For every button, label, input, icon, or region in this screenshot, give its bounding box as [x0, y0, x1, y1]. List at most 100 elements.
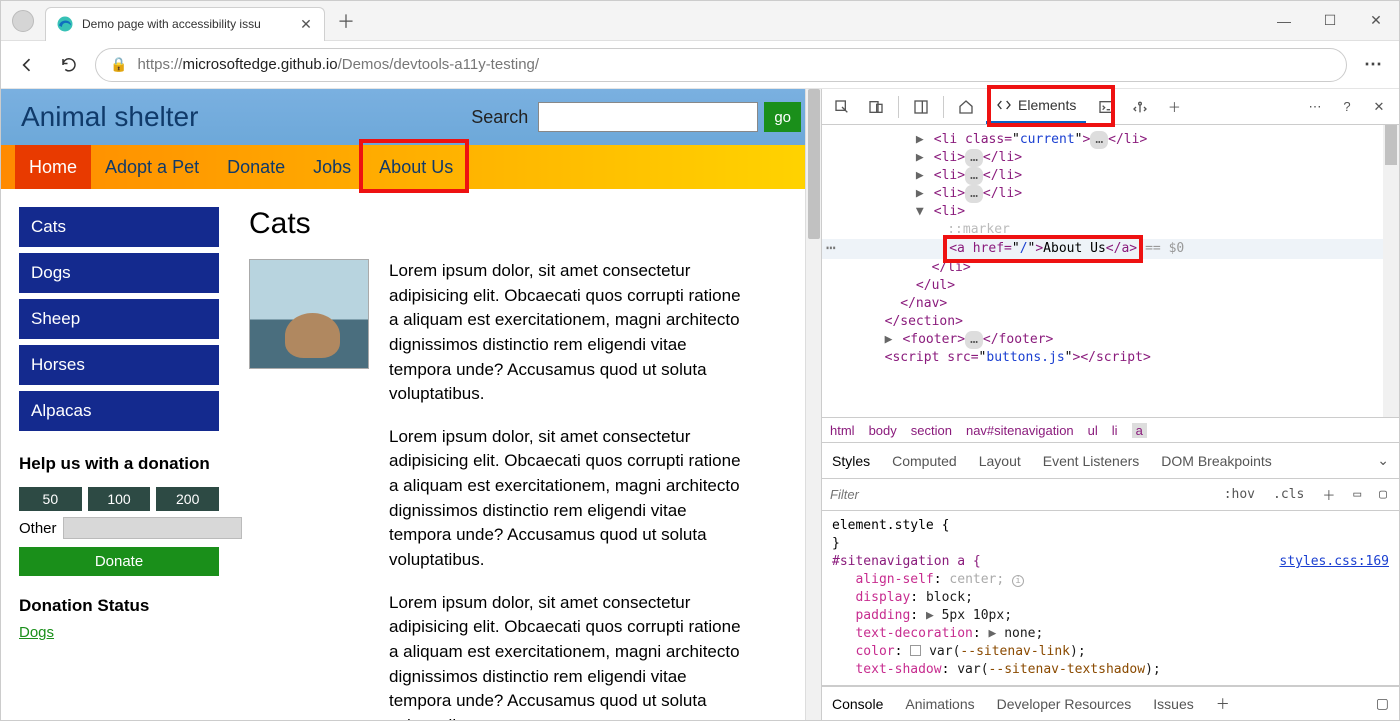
browser-tab[interactable]: Demo page with accessibility issu ✕ — [45, 7, 325, 41]
drawer-add-icon[interactable]: ＋ — [1216, 694, 1230, 714]
new-style-rule-icon[interactable]: ＋ — [1318, 485, 1339, 504]
tab-elements[interactable]: Elements — [986, 90, 1086, 124]
nav-donate[interactable]: Donate — [213, 145, 299, 189]
breadcrumb[interactable]: html body section nav#sitenavigation ul … — [822, 417, 1399, 443]
crumb-html[interactable]: html — [830, 423, 855, 438]
inspect-icon[interactable] — [828, 93, 856, 121]
dom-row-menu-icon[interactable]: ⋯ — [826, 239, 837, 257]
help-icon[interactable]: ? — [1333, 93, 1361, 121]
nav-home[interactable]: Home — [15, 145, 91, 189]
nav-jobs[interactable]: Jobs — [299, 145, 365, 189]
page-scrollbar[interactable] — [805, 89, 821, 720]
paragraph-3: Lorem ipsum dolor, sit amet consectetur … — [389, 591, 749, 720]
tab-title: Demo page with accessibility issu — [82, 17, 298, 31]
cls-toggle[interactable]: .cls — [1269, 487, 1308, 502]
sidebar: Cats Dogs Sheep Horses Alpacas Help us w… — [19, 207, 219, 720]
highlight-box-dom-node: <a href="/">About Us</a> — [947, 239, 1139, 259]
devtools-more-icon[interactable]: ⋯ — [1301, 93, 1329, 121]
close-icon[interactable]: ✕ — [298, 16, 314, 32]
paragraph-1: Lorem ipsum dolor, sit amet consectetur … — [389, 259, 749, 407]
donate-200[interactable]: 200 — [156, 487, 219, 511]
tab-event-listeners[interactable]: Event Listeners — [1043, 453, 1140, 469]
drawer-expand-icon[interactable]: ▢ — [1376, 695, 1389, 712]
drawer-tabs: Console Animations Developer Resources I… — [822, 686, 1399, 720]
nav-adopt[interactable]: Adopt a Pet — [91, 145, 213, 189]
paragraph-2: Lorem ipsum dolor, sit amet consectetur … — [389, 425, 749, 573]
tab-dom-breakpoints[interactable]: DOM Breakpoints — [1161, 453, 1271, 469]
sidebar-item-horses[interactable]: Horses — [19, 345, 219, 385]
drawer-animations[interactable]: Animations — [905, 696, 974, 712]
crumb-nav[interactable]: nav#sitenavigation — [966, 423, 1074, 438]
color-swatch-icon[interactable] — [910, 645, 921, 656]
crumb-section[interactable]: section — [911, 423, 952, 438]
donation-heading: Help us with a donation — [19, 453, 219, 475]
styles-pane[interactable]: element.style { } #sitenavigation a {sty… — [822, 511, 1399, 686]
more-icon[interactable]: ⋯ — [1357, 49, 1389, 81]
dom-tree[interactable]: ▶ <li class="current">…</li> ▶ <li>…</li… — [822, 125, 1399, 417]
donate-button[interactable]: Donate — [19, 547, 219, 576]
address-bar[interactable]: 🔒 https://microsoftedge.github.io/Demos/… — [95, 48, 1347, 82]
sidebar-item-dogs[interactable]: Dogs — [19, 253, 219, 293]
crumb-body[interactable]: body — [869, 423, 897, 438]
tab-layout[interactable]: Layout — [979, 453, 1021, 469]
computed-toggle-icon[interactable]: ▭ — [1349, 487, 1365, 502]
url-text: https://microsoftedge.github.io/Demos/de… — [137, 56, 539, 73]
styles-filter-input[interactable] — [830, 487, 1210, 502]
top-nav: Home Adopt a Pet Donate Jobs About Us — [1, 145, 821, 189]
devtools-close-icon[interactable]: ✕ — [1365, 93, 1393, 121]
drawer-issues[interactable]: Issues — [1153, 696, 1193, 712]
status-link-dogs[interactable]: Dogs — [19, 624, 219, 641]
info-icon[interactable]: i — [1012, 575, 1024, 587]
search-input[interactable] — [538, 102, 758, 132]
sidebar-item-alpacas[interactable]: Alpacas — [19, 391, 219, 431]
donate-100[interactable]: 100 — [88, 487, 151, 511]
browser-window: Demo page with accessibility issu ✕ ＋ — … — [0, 0, 1400, 721]
sidebar-item-cats[interactable]: Cats — [19, 207, 219, 247]
edge-icon — [56, 15, 74, 33]
titlebar: Demo page with accessibility issu ✕ ＋ — … — [1, 1, 1399, 41]
crumb-ul[interactable]: ul — [1088, 423, 1098, 438]
crumb-a[interactable]: a — [1132, 423, 1147, 438]
site-banner: Animal shelter Search go — [1, 89, 821, 145]
donate-50[interactable]: 50 — [19, 487, 82, 511]
styles-filter-row: :hov .cls ＋ ▭ ▢ — [822, 479, 1399, 511]
tab-styles[interactable]: Styles — [832, 453, 870, 469]
minimize-icon[interactable]: — — [1261, 1, 1307, 41]
console-icon[interactable] — [1092, 93, 1120, 121]
main-content: Cats Lorem ipsum dolor, sit amet consect… — [249, 207, 803, 720]
close-window-icon[interactable]: ✕ — [1353, 1, 1399, 41]
devtools-toolbar: Elements ＋ ⋯ ? ✕ — [822, 89, 1399, 125]
hov-toggle[interactable]: :hov — [1220, 487, 1259, 502]
new-tab-button[interactable]: ＋ — [331, 6, 361, 36]
go-button[interactable]: go — [764, 102, 801, 132]
welcome-icon[interactable] — [952, 93, 980, 121]
site-title: Animal shelter — [21, 101, 471, 133]
search-label: Search — [471, 107, 528, 128]
selected-dom-node[interactable]: ⋯ <a href="/">About Us</a> == $0 — [822, 239, 1399, 259]
other-amount-input[interactable] — [63, 517, 242, 539]
status-heading: Donation Status — [19, 596, 219, 616]
add-tab-icon[interactable]: ＋ — [1160, 93, 1188, 121]
other-label: Other — [19, 520, 57, 537]
stylesheet-link[interactable]: styles.css:169 — [1279, 553, 1389, 571]
refresh-icon[interactable] — [53, 49, 85, 81]
chevron-down-icon[interactable]: ⌄ — [1377, 452, 1389, 469]
drawer-dev-resources[interactable]: Developer Resources — [997, 696, 1132, 712]
crumb-li[interactable]: li — [1112, 423, 1118, 438]
lock-icon: 🔒 — [110, 56, 127, 73]
styles-expand-icon[interactable]: ▢ — [1375, 487, 1391, 502]
window-controls: — ☐ ✕ — [1261, 1, 1399, 41]
tab-computed[interactable]: Computed — [892, 453, 957, 469]
back-icon[interactable] — [11, 49, 43, 81]
drawer-console[interactable]: Console — [832, 696, 883, 712]
dock-icon[interactable] — [907, 93, 935, 121]
device-icon[interactable] — [862, 93, 890, 121]
sidebar-item-sheep[interactable]: Sheep — [19, 299, 219, 339]
dollar-zero-indicator: == $0 — [1145, 240, 1184, 258]
nav-about-us[interactable]: About Us — [365, 145, 467, 189]
dom-scrollbar[interactable] — [1383, 125, 1399, 417]
maximize-icon[interactable]: ☐ — [1307, 1, 1353, 41]
devtools: Elements ＋ ⋯ ? ✕ ▶ <li class="current">…… — [821, 89, 1399, 720]
profile-avatar[interactable] — [1, 10, 45, 32]
sources-icon[interactable] — [1126, 93, 1154, 121]
